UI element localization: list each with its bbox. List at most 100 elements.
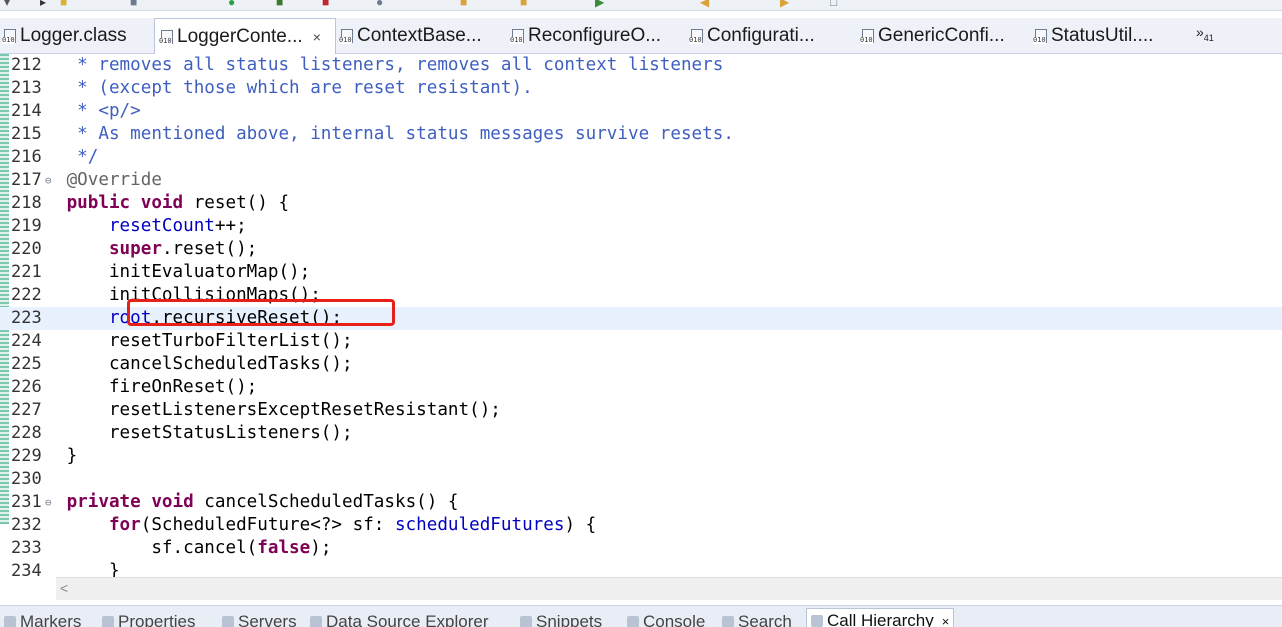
toolbar-icon[interactable]: ▶ bbox=[780, 0, 789, 8]
line-number: 213 bbox=[11, 77, 45, 100]
code-text: cancelScheduledTasks(); bbox=[56, 353, 353, 376]
editor-tab[interactable]: 010ContextBase... bbox=[337, 18, 487, 53]
view-tab[interactable]: Console bbox=[627, 612, 705, 627]
view-tab[interactable]: Call Hierarchy× bbox=[806, 608, 954, 627]
code-line[interactable]: 212 * removes all status listeners, remo… bbox=[0, 54, 1282, 77]
view-tab[interactable]: Data Source Explorer bbox=[310, 612, 489, 627]
line-number: 228 bbox=[11, 422, 45, 445]
code-line[interactable]: 214 * <p/> bbox=[0, 100, 1282, 123]
code-line[interactable]: 227 resetListenersExceptResetResistant()… bbox=[0, 399, 1282, 422]
toolbar-icon[interactable]: ▸ bbox=[40, 0, 46, 8]
class-file-icon: 010 bbox=[2, 28, 16, 44]
code-editor[interactable]: 212 * removes all status listeners, remo… bbox=[0, 54, 1282, 578]
view-tab-label: Search bbox=[738, 612, 792, 627]
toolbar-icon[interactable]: □ bbox=[830, 0, 837, 8]
class-file-icon: 010 bbox=[510, 28, 524, 44]
code-text: resetListenersExceptResetResistant(); bbox=[56, 399, 501, 422]
line-number: 231 bbox=[11, 491, 45, 514]
highlight-annotation-box bbox=[127, 299, 395, 326]
class-file-icon-bits: 010 bbox=[510, 37, 523, 44]
class-file-icon-bits: 010 bbox=[860, 37, 873, 44]
view-tab[interactable]: Servers bbox=[222, 612, 297, 627]
code-line[interactable]: 215 * As mentioned above, internal statu… bbox=[0, 123, 1282, 146]
horizontal-scrollbar[interactable]: < bbox=[56, 577, 1282, 600]
scroll-left-icon[interactable]: < bbox=[60, 580, 68, 596]
view-tab[interactable]: Properties bbox=[102, 612, 195, 627]
class-file-icon: 010 bbox=[1033, 28, 1047, 44]
code-line[interactable]: 219 resetCount++; bbox=[0, 215, 1282, 238]
editor-tab-label: GenericConfi... bbox=[878, 25, 1005, 47]
run-icon[interactable]: ● bbox=[228, 0, 235, 8]
editor-tab[interactable]: 010StatusUtil.... bbox=[1031, 18, 1181, 53]
code-line[interactable]: 218 public void reset() { bbox=[0, 192, 1282, 215]
line-number: 224 bbox=[11, 330, 45, 353]
code-line[interactable]: 233 sf.cancel(false); bbox=[0, 537, 1282, 560]
code-line[interactable]: 224 resetTurboFilterList(); bbox=[0, 330, 1282, 353]
line-number: 221 bbox=[11, 261, 45, 284]
view-icon bbox=[627, 616, 639, 627]
view-icon bbox=[310, 616, 322, 627]
editor-tab[interactable]: 010Logger.class bbox=[0, 18, 130, 53]
toolbar-icon[interactable]: ● bbox=[376, 0, 383, 8]
toolbar-icon[interactable]: ■ bbox=[276, 0, 283, 8]
toolbar-icon[interactable]: ▶ bbox=[595, 0, 604, 8]
code-line[interactable]: 213 * (except those which are reset resi… bbox=[0, 77, 1282, 100]
view-icon bbox=[811, 615, 823, 627]
editor-tab-label: ContextBase... bbox=[357, 25, 482, 47]
view-tab-label: Console bbox=[643, 612, 705, 627]
toolbar-icon[interactable]: ◀ bbox=[700, 0, 709, 8]
editor-tab[interactable]: 010Configurati... bbox=[687, 18, 837, 53]
code-line[interactable]: 231⊖ private void cancelScheduledTasks()… bbox=[0, 491, 1282, 514]
tab-overflow-button[interactable]: »41 bbox=[1196, 24, 1214, 43]
code-text: * (except those which are reset resistan… bbox=[56, 77, 533, 100]
code-line[interactable]: 225 cancelScheduledTasks(); bbox=[0, 353, 1282, 376]
code-text: sf.cancel(false); bbox=[56, 537, 331, 560]
line-number: 227 bbox=[11, 399, 45, 422]
editor-tab[interactable]: 010ReconfigureO... bbox=[508, 18, 673, 53]
toolbar-icon[interactable]: ■ bbox=[460, 0, 467, 8]
tab-close-icon[interactable]: × bbox=[313, 29, 321, 45]
line-number: 220 bbox=[11, 238, 45, 261]
class-file-icon: 010 bbox=[860, 28, 874, 44]
view-tab-label: Snippets bbox=[536, 612, 602, 627]
code-line[interactable]: 228 resetStatusListeners(); bbox=[0, 422, 1282, 445]
view-tab[interactable]: Search bbox=[722, 612, 792, 627]
fold-toggle-icon[interactable]: ⊖ bbox=[45, 169, 52, 192]
class-file-icon-bits: 010 bbox=[159, 38, 172, 45]
toolbar-icon[interactable]: ■ bbox=[130, 0, 137, 8]
code-text: resetStatusListeners(); bbox=[56, 422, 353, 445]
editor-tab[interactable]: 010 GenericConfi... bbox=[858, 18, 1008, 53]
line-number: 219 bbox=[11, 215, 45, 238]
code-line[interactable]: 221 initEvaluatorMap(); bbox=[0, 261, 1282, 284]
code-text: super.reset(); bbox=[56, 238, 257, 261]
toolbar-icon[interactable]: ■ bbox=[520, 0, 527, 8]
editor-tab[interactable]: 010LoggerConte...× bbox=[154, 18, 336, 55]
tab-overflow-icon: » bbox=[1196, 24, 1204, 40]
line-number: 233 bbox=[11, 537, 45, 560]
code-line[interactable]: 226 fireOnReset(); bbox=[0, 376, 1282, 399]
toolbar-icon[interactable]: ■ bbox=[60, 0, 67, 8]
class-file-icon: 010 bbox=[689, 28, 703, 44]
view-close-icon[interactable]: × bbox=[942, 614, 950, 627]
toolbar-icon[interactable]: ▾ bbox=[4, 0, 10, 8]
view-icon bbox=[102, 616, 114, 627]
view-tab[interactable]: Markers bbox=[4, 612, 81, 627]
line-number: 229 bbox=[11, 445, 45, 468]
stop-icon[interactable]: ■ bbox=[322, 0, 329, 8]
code-line[interactable]: 234 } bbox=[0, 560, 1282, 578]
code-line[interactable]: 217⊖ @Override bbox=[0, 169, 1282, 192]
code-line[interactable]: 229 } bbox=[0, 445, 1282, 468]
code-line[interactable]: 220 super.reset(); bbox=[0, 238, 1282, 261]
line-number: 230 bbox=[11, 468, 45, 491]
code-line[interactable]: 230 bbox=[0, 468, 1282, 491]
bottom-view-tabs: Markers Properties Servers Data Source Expl… bbox=[0, 605, 1282, 627]
code-text: for(ScheduledFuture<?> sf: scheduledFutu… bbox=[56, 514, 596, 537]
code-line[interactable]: 232 for(ScheduledFuture<?> sf: scheduled… bbox=[0, 514, 1282, 537]
code-text: resetTurboFilterList(); bbox=[56, 330, 353, 353]
line-number: 225 bbox=[11, 353, 45, 376]
fold-toggle-icon[interactable]: ⊖ bbox=[45, 491, 52, 514]
view-icon bbox=[222, 616, 234, 627]
view-tab[interactable]: Snippets bbox=[520, 612, 602, 627]
code-line[interactable]: 216 */ bbox=[0, 146, 1282, 169]
code-text: */ bbox=[56, 146, 98, 169]
